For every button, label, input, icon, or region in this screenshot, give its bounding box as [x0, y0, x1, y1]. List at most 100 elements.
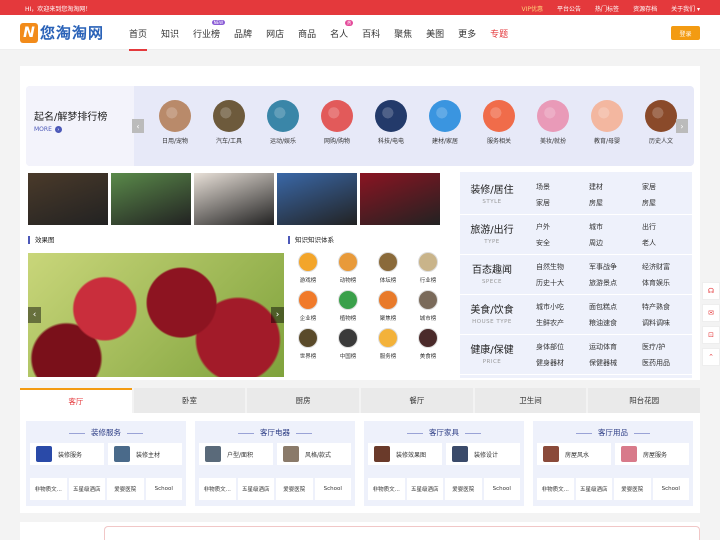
nav-item[interactable]: 首页 [122, 27, 154, 51]
nav-item[interactable]: 聚焦 [387, 27, 419, 45]
room-panel-link[interactable]: 非物质文... [199, 478, 236, 500]
slider-next-icon[interactable]: › [271, 307, 284, 323]
room-panel-link[interactable]: 五星级酒店 [575, 478, 612, 500]
room-panel-link[interactable]: 非物质文... [537, 478, 574, 500]
directory-link[interactable]: 房屋 [589, 198, 642, 208]
directory-link[interactable]: 军事战争 [589, 262, 642, 272]
nav-item[interactable]: 行业榜 NEW [186, 20, 227, 45]
directory-link[interactable]: 健身器材 [536, 358, 589, 368]
directory-link[interactable]: 城市 [589, 222, 642, 232]
knowledge-item[interactable]: 中国榜 [328, 328, 368, 360]
nav-item[interactable]: 网店 [259, 27, 291, 45]
directory-link[interactable]: 经济财富 [642, 262, 695, 272]
knowledge-item[interactable]: 游戏榜 [288, 252, 328, 284]
directory-link[interactable]: 生鲜农产 [536, 318, 589, 328]
chat-icon[interactable]: ✉ [702, 304, 720, 322]
photo-thumbnail[interactable] [28, 173, 108, 225]
directory-link[interactable]: 粮油速食 [589, 318, 642, 328]
knowledge-item[interactable]: 行业榜 [408, 252, 448, 284]
room-panel-link[interactable]: 爱婴医院 [614, 478, 651, 500]
directory-heading[interactable]: 装修/居住 STYLE [466, 181, 518, 205]
rank-category[interactable]: 建材/家居 [418, 100, 472, 145]
knowledge-item[interactable]: 美食榜 [408, 328, 448, 360]
rank-category[interactable]: 运动/娱乐 [256, 100, 310, 145]
nav-item[interactable]: 百科 [355, 27, 387, 45]
rank-category[interactable]: 教育/母婴 [580, 100, 634, 145]
room-panel-link[interactable]: 爱婴医院 [107, 478, 144, 500]
top-link-vip[interactable]: VIP优惠 [522, 4, 544, 13]
nav-item[interactable]: 专题 [483, 27, 515, 45]
room-panel-item[interactable]: 风格/款式 [277, 443, 351, 465]
room-panel-item[interactable]: 装修设计 [446, 443, 520, 465]
room-panel-item[interactable]: 装修服务 [30, 443, 104, 465]
rank-more-link[interactable]: MORE › [34, 126, 62, 133]
knowledge-item[interactable]: 动物榜 [328, 252, 368, 284]
photo-thumbnail[interactable] [360, 173, 440, 225]
rank-category[interactable]: 日用/宠物 [148, 100, 202, 145]
top-icon[interactable]: ⌃ [702, 348, 720, 366]
top-link-archive[interactable]: 资源存档 [633, 4, 657, 13]
nav-item[interactable]: 商品 [291, 27, 323, 45]
directory-link[interactable]: 医药用品 [642, 358, 695, 368]
knowledge-item[interactable]: 体坛榜 [368, 252, 408, 284]
directory-link[interactable]: 户外 [536, 222, 589, 232]
room-panel-link[interactable]: School [145, 478, 182, 500]
knowledge-item[interactable]: 聚焦榜 [368, 290, 408, 322]
rank-prev-arrow-icon[interactable]: ‹ [132, 119, 144, 133]
directory-link[interactable]: 运动体育 [589, 342, 642, 352]
room-panel-link[interactable]: School [652, 478, 689, 500]
nav-item[interactable]: 知识 [154, 27, 186, 45]
room-panel-link[interactable]: 非物质文... [368, 478, 405, 500]
nav-item[interactable]: 美图 [419, 27, 451, 45]
headset-icon[interactable]: ☊ [702, 282, 720, 300]
room-panel-link[interactable]: 爱婴医院 [445, 478, 482, 500]
cart-icon[interactable]: ⊡ [702, 326, 720, 344]
rank-category[interactable]: 美妆/就扮 [526, 100, 580, 145]
room-panel-item[interactable]: 房屋服务 [615, 443, 689, 465]
photo-thumbnail[interactable] [194, 173, 274, 225]
rank-next-arrow-icon[interactable]: › [676, 119, 688, 133]
directory-link[interactable]: 周边 [589, 238, 642, 248]
room-panel-link[interactable]: School [314, 478, 351, 500]
knowledge-item[interactable]: 服务榜 [368, 328, 408, 360]
login-button[interactable]: 登录 [671, 26, 700, 40]
directory-link[interactable]: 面包糕点 [589, 302, 642, 312]
directory-link[interactable]: 场景 [536, 182, 589, 192]
rank-category[interactable]: 汽车/工具 [202, 100, 256, 145]
nav-item[interactable]: 更多 [451, 27, 483, 45]
directory-heading[interactable]: 百态趣闻 SPECE [466, 261, 518, 285]
rank-category[interactable]: 网购/购物 [310, 100, 364, 145]
directory-link[interactable]: 旅游景点 [589, 278, 642, 288]
site-logo[interactable]: N 您淘淘网 [20, 22, 104, 43]
top-link-tags[interactable]: 热门标签 [595, 4, 619, 13]
room-tab[interactable]: 卫生间 [474, 388, 587, 413]
room-panel-item[interactable]: 房屋风水 [537, 443, 611, 465]
nav-item[interactable]: 名人 热 [323, 20, 355, 45]
directory-heading[interactable]: 美食/饮食 HOUSE TYPE [466, 301, 518, 325]
knowledge-item[interactable]: 城市榜 [408, 290, 448, 322]
nav-item[interactable]: 品牌 [227, 27, 259, 45]
rank-category[interactable]: 服务相关 [472, 100, 526, 145]
directory-link[interactable]: 老人 [642, 238, 695, 248]
room-panel-link[interactable]: 爱婴医院 [276, 478, 313, 500]
room-panel-item[interactable]: 装修主材 [108, 443, 182, 465]
room-tab[interactable]: 客厅 [20, 388, 132, 413]
knowledge-item[interactable]: 植物榜 [328, 290, 368, 322]
directory-heading[interactable]: 旅游/出行 TYPE [466, 221, 518, 245]
directory-link[interactable]: 保健器械 [589, 358, 642, 368]
directory-link[interactable]: 家居 [536, 198, 589, 208]
directory-link[interactable]: 调料调味 [642, 318, 695, 328]
room-tab[interactable]: 餐厅 [361, 388, 473, 413]
directory-link[interactable]: 城市小吃 [536, 302, 589, 312]
slider-prev-icon[interactable]: ‹ [28, 307, 41, 323]
room-panel-item[interactable]: 户型/面积 [199, 443, 273, 465]
directory-link[interactable]: 安全 [536, 238, 589, 248]
directory-heading[interactable]: 健康/保健 PRICE [466, 341, 518, 365]
top-link-notice[interactable]: 平台公告 [557, 4, 581, 13]
room-panel-link[interactable]: 五星级酒店 [237, 478, 274, 500]
photo-thumbnail[interactable] [111, 173, 191, 225]
rank-category[interactable]: 科技/电电 [364, 100, 418, 145]
directory-link[interactable]: 特产熟食 [642, 302, 695, 312]
top-link-about[interactable]: 关于我们 ▾ [671, 4, 700, 13]
room-panel-link[interactable]: 五星级酒店 [406, 478, 443, 500]
